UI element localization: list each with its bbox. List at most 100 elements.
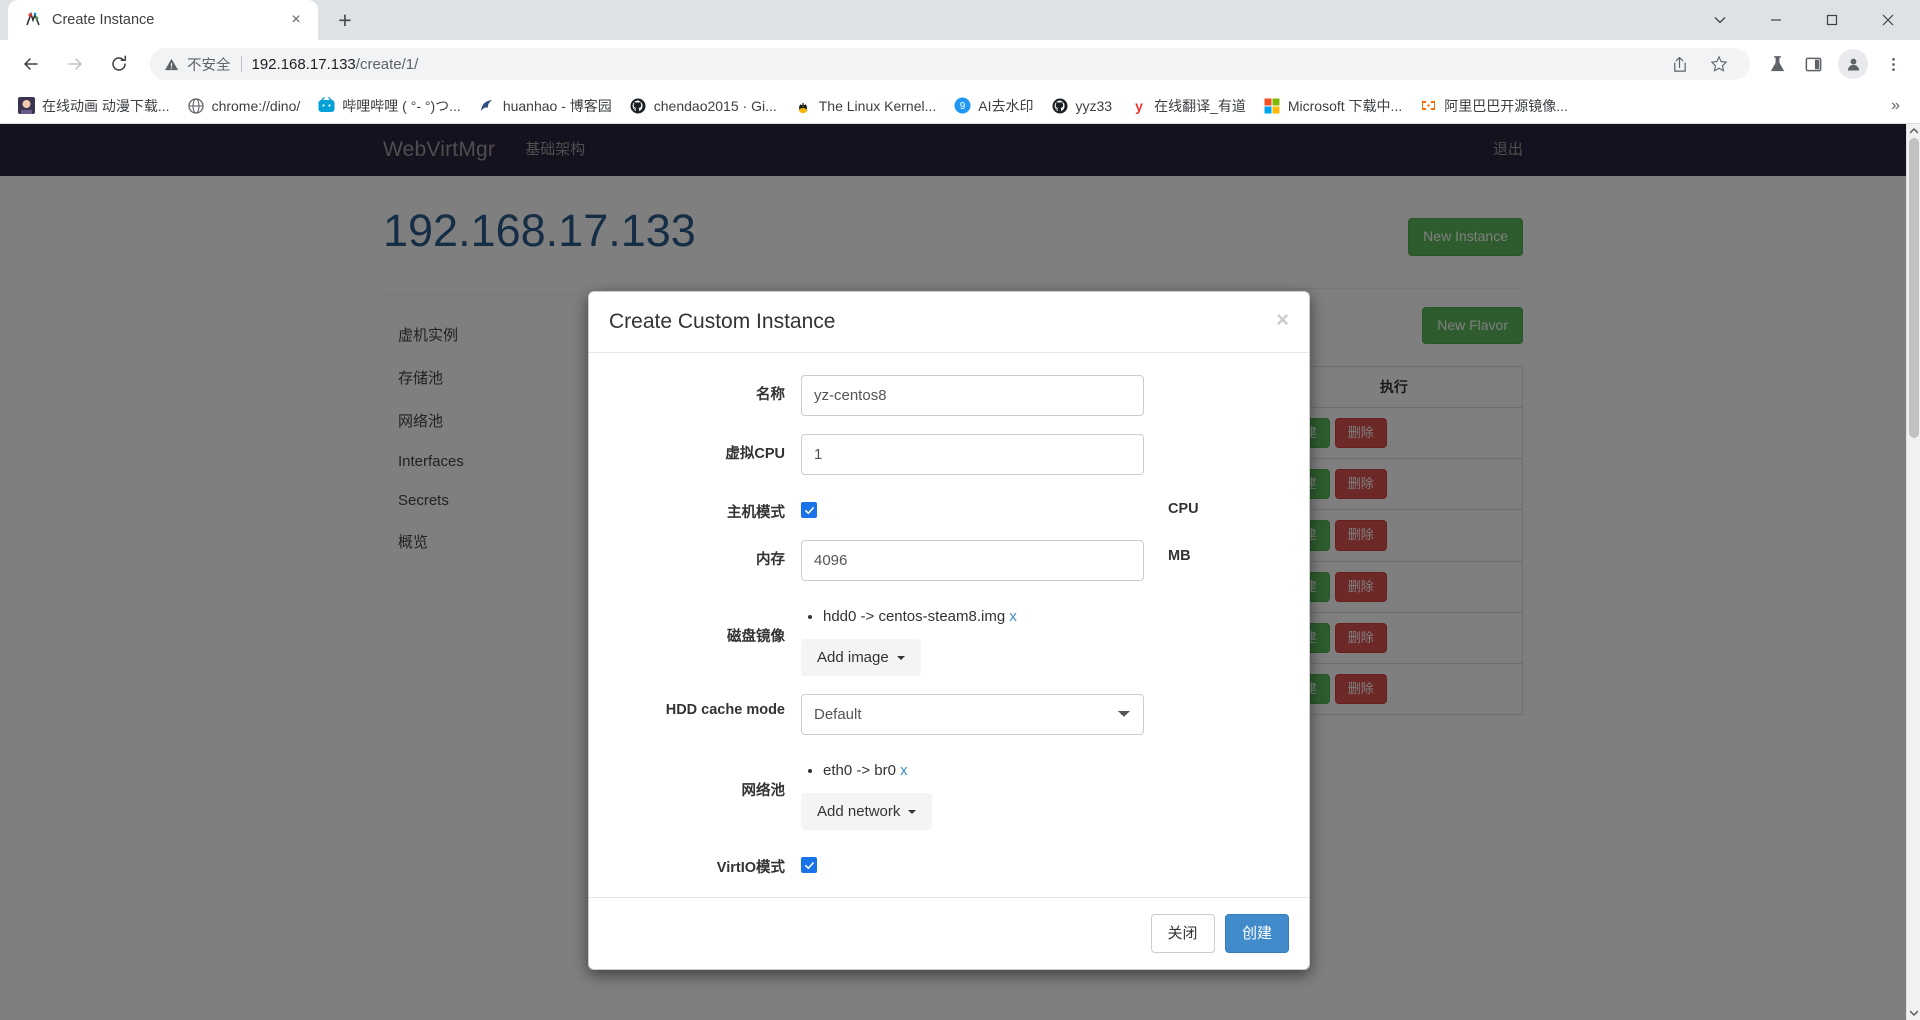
address-bar[interactable]: 不安全 192.168.17.133/create/1/ — [150, 48, 1750, 80]
bookmark-label: 阿里巴巴开源镜像... — [1444, 97, 1568, 114]
linux-tux-icon — [795, 97, 812, 114]
modal-header: Create Custom Instance × — [589, 292, 1309, 353]
webvirtmgr-favicon — [24, 11, 42, 29]
disk-image-list: hdd0 -> centos-steam8.img x — [823, 605, 1144, 629]
page-scrollbar[interactable] — [1906, 124, 1920, 1020]
network-pool-text: eth0 -> br0 — [823, 762, 896, 779]
list-item: eth0 -> br0 x — [823, 759, 1144, 783]
add-network-button[interactable]: Add network — [801, 793, 933, 830]
bookmark-item[interactable]: 哔哩哔哩 ( °- °)つ... — [310, 92, 469, 120]
add-network-label: Add network — [817, 803, 901, 820]
bookmark-item[interactable]: 在线动画 动漫下载... — [10, 92, 178, 120]
field-virtio-label: VirtIO模式 — [716, 860, 785, 876]
modal-footer: 关闭 创建 — [589, 897, 1309, 969]
back-button[interactable] — [14, 47, 48, 81]
modal-close-button[interactable]: 关闭 — [1150, 914, 1215, 953]
list-item: hdd0 -> centos-steam8.img x — [823, 605, 1144, 629]
star-icon[interactable] — [1702, 47, 1736, 81]
maximize-button[interactable] — [1804, 0, 1860, 40]
toolbar-icons — [1760, 47, 1910, 81]
aliyun-mirror-icon — [1420, 97, 1437, 114]
bookmark-label: The Linux Kernel... — [818, 97, 937, 114]
remove-disk-image-link[interactable]: x — [1009, 608, 1017, 625]
bookmark-item[interactable]: The Linux Kernel... — [787, 93, 945, 118]
hdd-cache-select[interactable]: Default — [801, 694, 1144, 735]
field-memory: 内存 MB — [609, 540, 1289, 581]
chevron-down-icon — [908, 809, 917, 814]
tab-strip: Create Instance × + — [0, 0, 1920, 40]
bookmark-label: AI去水印 — [978, 97, 1034, 114]
window-controls — [1692, 0, 1920, 40]
security-label: 不安全 — [187, 57, 231, 74]
youdao-icon: y — [1130, 97, 1147, 114]
field-disk-image: 磁盘镜像 hdd0 -> centos-steam8.img x Add ima… — [609, 599, 1289, 676]
more-menu-icon[interactable] — [1876, 47, 1910, 81]
anime-site-icon — [18, 97, 35, 114]
bookmark-item[interactable]: huanhao - 博客园 — [471, 92, 620, 120]
browser-tab[interactable]: Create Instance × — [8, 0, 318, 40]
browser-window: Create Instance × + 不安全 192.168.17.133/c… — [0, 0, 1920, 1020]
scroll-down-arrow-icon[interactable] — [1907, 1006, 1920, 1020]
not-secure-warning-icon — [164, 57, 179, 72]
remove-network-link[interactable]: x — [900, 762, 908, 779]
omnibox-actions — [1662, 47, 1736, 81]
bookmark-item[interactable]: chrome://dino/ — [180, 93, 309, 118]
microsoft-icon — [1264, 97, 1281, 114]
chevron-down-icon — [896, 655, 905, 660]
bookmark-item[interactable]: y 在线翻译_有道 — [1122, 92, 1254, 120]
field-host-model-unit: CPU — [1168, 501, 1199, 517]
url-path: /create/1/ — [355, 55, 419, 73]
field-memory-label: 内存 — [756, 552, 785, 568]
side-panel-icon[interactable] — [1796, 47, 1830, 81]
memory-input[interactable] — [801, 540, 1144, 581]
field-vcpu-label: 虚拟CPU — [725, 446, 785, 462]
github-icon — [1052, 97, 1069, 114]
svg-text:y: y — [1135, 98, 1143, 114]
bookmark-item[interactable]: 9 AI去水印 — [946, 92, 1041, 120]
field-virtio: VirtIO模式 — [609, 848, 1289, 877]
cnblogs-icon — [479, 97, 496, 114]
add-image-label: Add image — [817, 649, 889, 666]
add-image-button[interactable]: Add image — [801, 639, 921, 676]
bookmark-label: chendao2015 · Gi... — [653, 97, 777, 114]
name-input[interactable] — [801, 375, 1144, 416]
github-icon — [630, 97, 647, 114]
minimize-button[interactable] — [1748, 0, 1804, 40]
bookmark-label: 哔哩哔哩 ( °- °)つ... — [342, 97, 461, 114]
bookmark-label: 在线翻译_有道 — [1154, 97, 1246, 114]
vcpu-input[interactable] — [801, 434, 1144, 475]
bookmark-item[interactable]: yyz33 — [1044, 93, 1121, 118]
field-hdd-cache-label: HDD cache mode — [665, 702, 785, 718]
tab-close-icon[interactable]: × — [284, 8, 308, 32]
virtio-checkbox[interactable] — [801, 857, 817, 873]
modal-create-button[interactable]: 创建 — [1224, 914, 1289, 953]
new-tab-button[interactable]: + — [328, 3, 362, 37]
field-host-model: 主机模式 CPU — [609, 493, 1289, 522]
field-name: 名称 — [609, 375, 1289, 416]
browser-toolbar: 不安全 192.168.17.133/create/1/ — [0, 40, 1920, 88]
globe-icon — [188, 97, 205, 114]
scrollbar-thumb[interactable] — [1909, 138, 1919, 438]
modal-body: 名称 虚拟CPU 主机模式 — [589, 353, 1309, 897]
bookmarks-overflow-button[interactable]: » — [1881, 95, 1910, 117]
flask-icon[interactable] — [1760, 47, 1794, 81]
ai-tool-icon: 9 — [954, 97, 971, 114]
svg-text:9: 9 — [960, 101, 966, 112]
scroll-up-arrow-icon[interactable] — [1907, 124, 1920, 138]
url-text: 192.168.17.133/create/1/ — [252, 56, 419, 73]
forward-button[interactable] — [58, 47, 92, 81]
bookmark-item[interactable]: Microsoft 下载中... — [1256, 92, 1410, 120]
share-icon[interactable] — [1662, 47, 1696, 81]
modal-close-icon[interactable]: × — [1276, 309, 1289, 331]
field-name-label: 名称 — [756, 387, 785, 403]
bookmark-item[interactable]: chendao2015 · Gi... — [622, 93, 785, 118]
tab-title: Create Instance — [52, 12, 155, 28]
profile-avatar-icon[interactable] — [1838, 49, 1868, 79]
field-disk-image-label: 磁盘镜像 — [727, 629, 785, 645]
field-hdd-cache: HDD cache mode Default — [609, 694, 1289, 735]
host-model-checkbox[interactable] — [801, 502, 817, 518]
bookmark-item[interactable]: 阿里巴巴开源镜像... — [1412, 92, 1576, 120]
close-window-button[interactable] — [1860, 0, 1916, 40]
reload-button[interactable] — [102, 47, 136, 81]
tab-search-chevron-icon[interactable] — [1692, 0, 1748, 40]
